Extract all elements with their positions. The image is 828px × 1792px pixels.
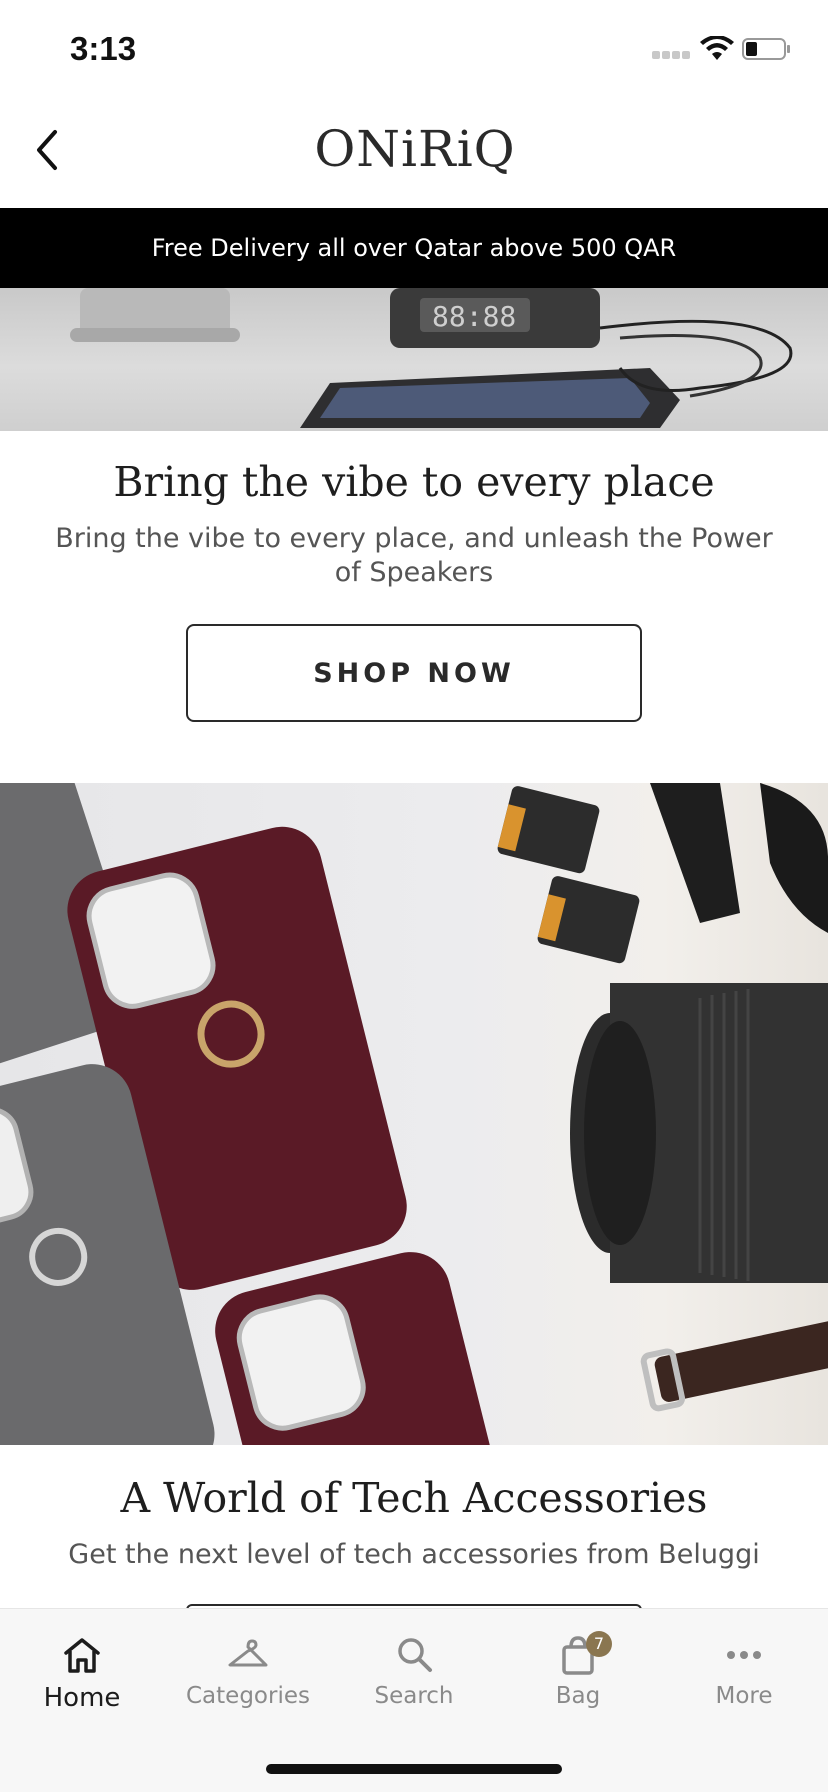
section-subtitle: Bring the vibe to every place, and unlea… — [55, 523, 773, 588]
speaker-banner-image[interactable]: 88:88 — [0, 288, 828, 431]
tab-label: Search — [374, 1683, 454, 1709]
tab-search[interactable]: Search — [344, 1633, 484, 1723]
back-button[interactable] — [22, 122, 72, 178]
battery-icon — [742, 38, 790, 60]
tab-label: More — [715, 1683, 773, 1709]
section-title: A World of Tech Accessories — [120, 1474, 708, 1522]
promo-text: Free Delivery all over Qatar above 500 Q… — [151, 234, 677, 262]
app-header: ONiRiQ — [0, 100, 828, 208]
tab-categories[interactable]: Categories — [178, 1633, 318, 1723]
speaker-photo: 88:88 — [70, 288, 793, 428]
section-subtitle: Get the next level of tech accessories f… — [68, 1539, 760, 1570]
home-icon — [64, 1638, 100, 1673]
search-icon — [398, 1638, 432, 1672]
tab-bag[interactable]: 7 Bag — [508, 1631, 648, 1723]
home-indicator — [266, 1764, 562, 1774]
wifi-icon — [700, 36, 734, 60]
tab-label: Bag — [555, 1683, 601, 1709]
tab-home[interactable]: Home — [12, 1633, 152, 1723]
bag-count-badge: 7 — [586, 1631, 612, 1657]
shop-now-button[interactable]: SHOP NOW — [186, 624, 642, 722]
tab-more[interactable]: More — [674, 1633, 814, 1723]
phone-cases-photo — [0, 783, 828, 1445]
svg-text:88:88: 88:88 — [432, 300, 516, 333]
chevron-left-icon — [37, 130, 57, 170]
status-bar: 3:13 — [0, 0, 828, 100]
tab-label: Categories — [186, 1683, 310, 1709]
cellular-signal-icon — [652, 51, 690, 61]
status-time: 3:13 — [70, 30, 137, 67]
section-title: Bring the vibe to every place — [113, 458, 715, 506]
tech-accessories-banner-image[interactable] — [0, 783, 828, 1445]
hanger-icon — [228, 1639, 268, 1667]
promo-banner: Free Delivery all over Qatar above 500 Q… — [0, 208, 828, 288]
tab-label: Home — [43, 1683, 121, 1713]
more-dots-icon — [727, 1651, 761, 1659]
brand-logo[interactable]: ONiRiQ — [300, 114, 530, 184]
